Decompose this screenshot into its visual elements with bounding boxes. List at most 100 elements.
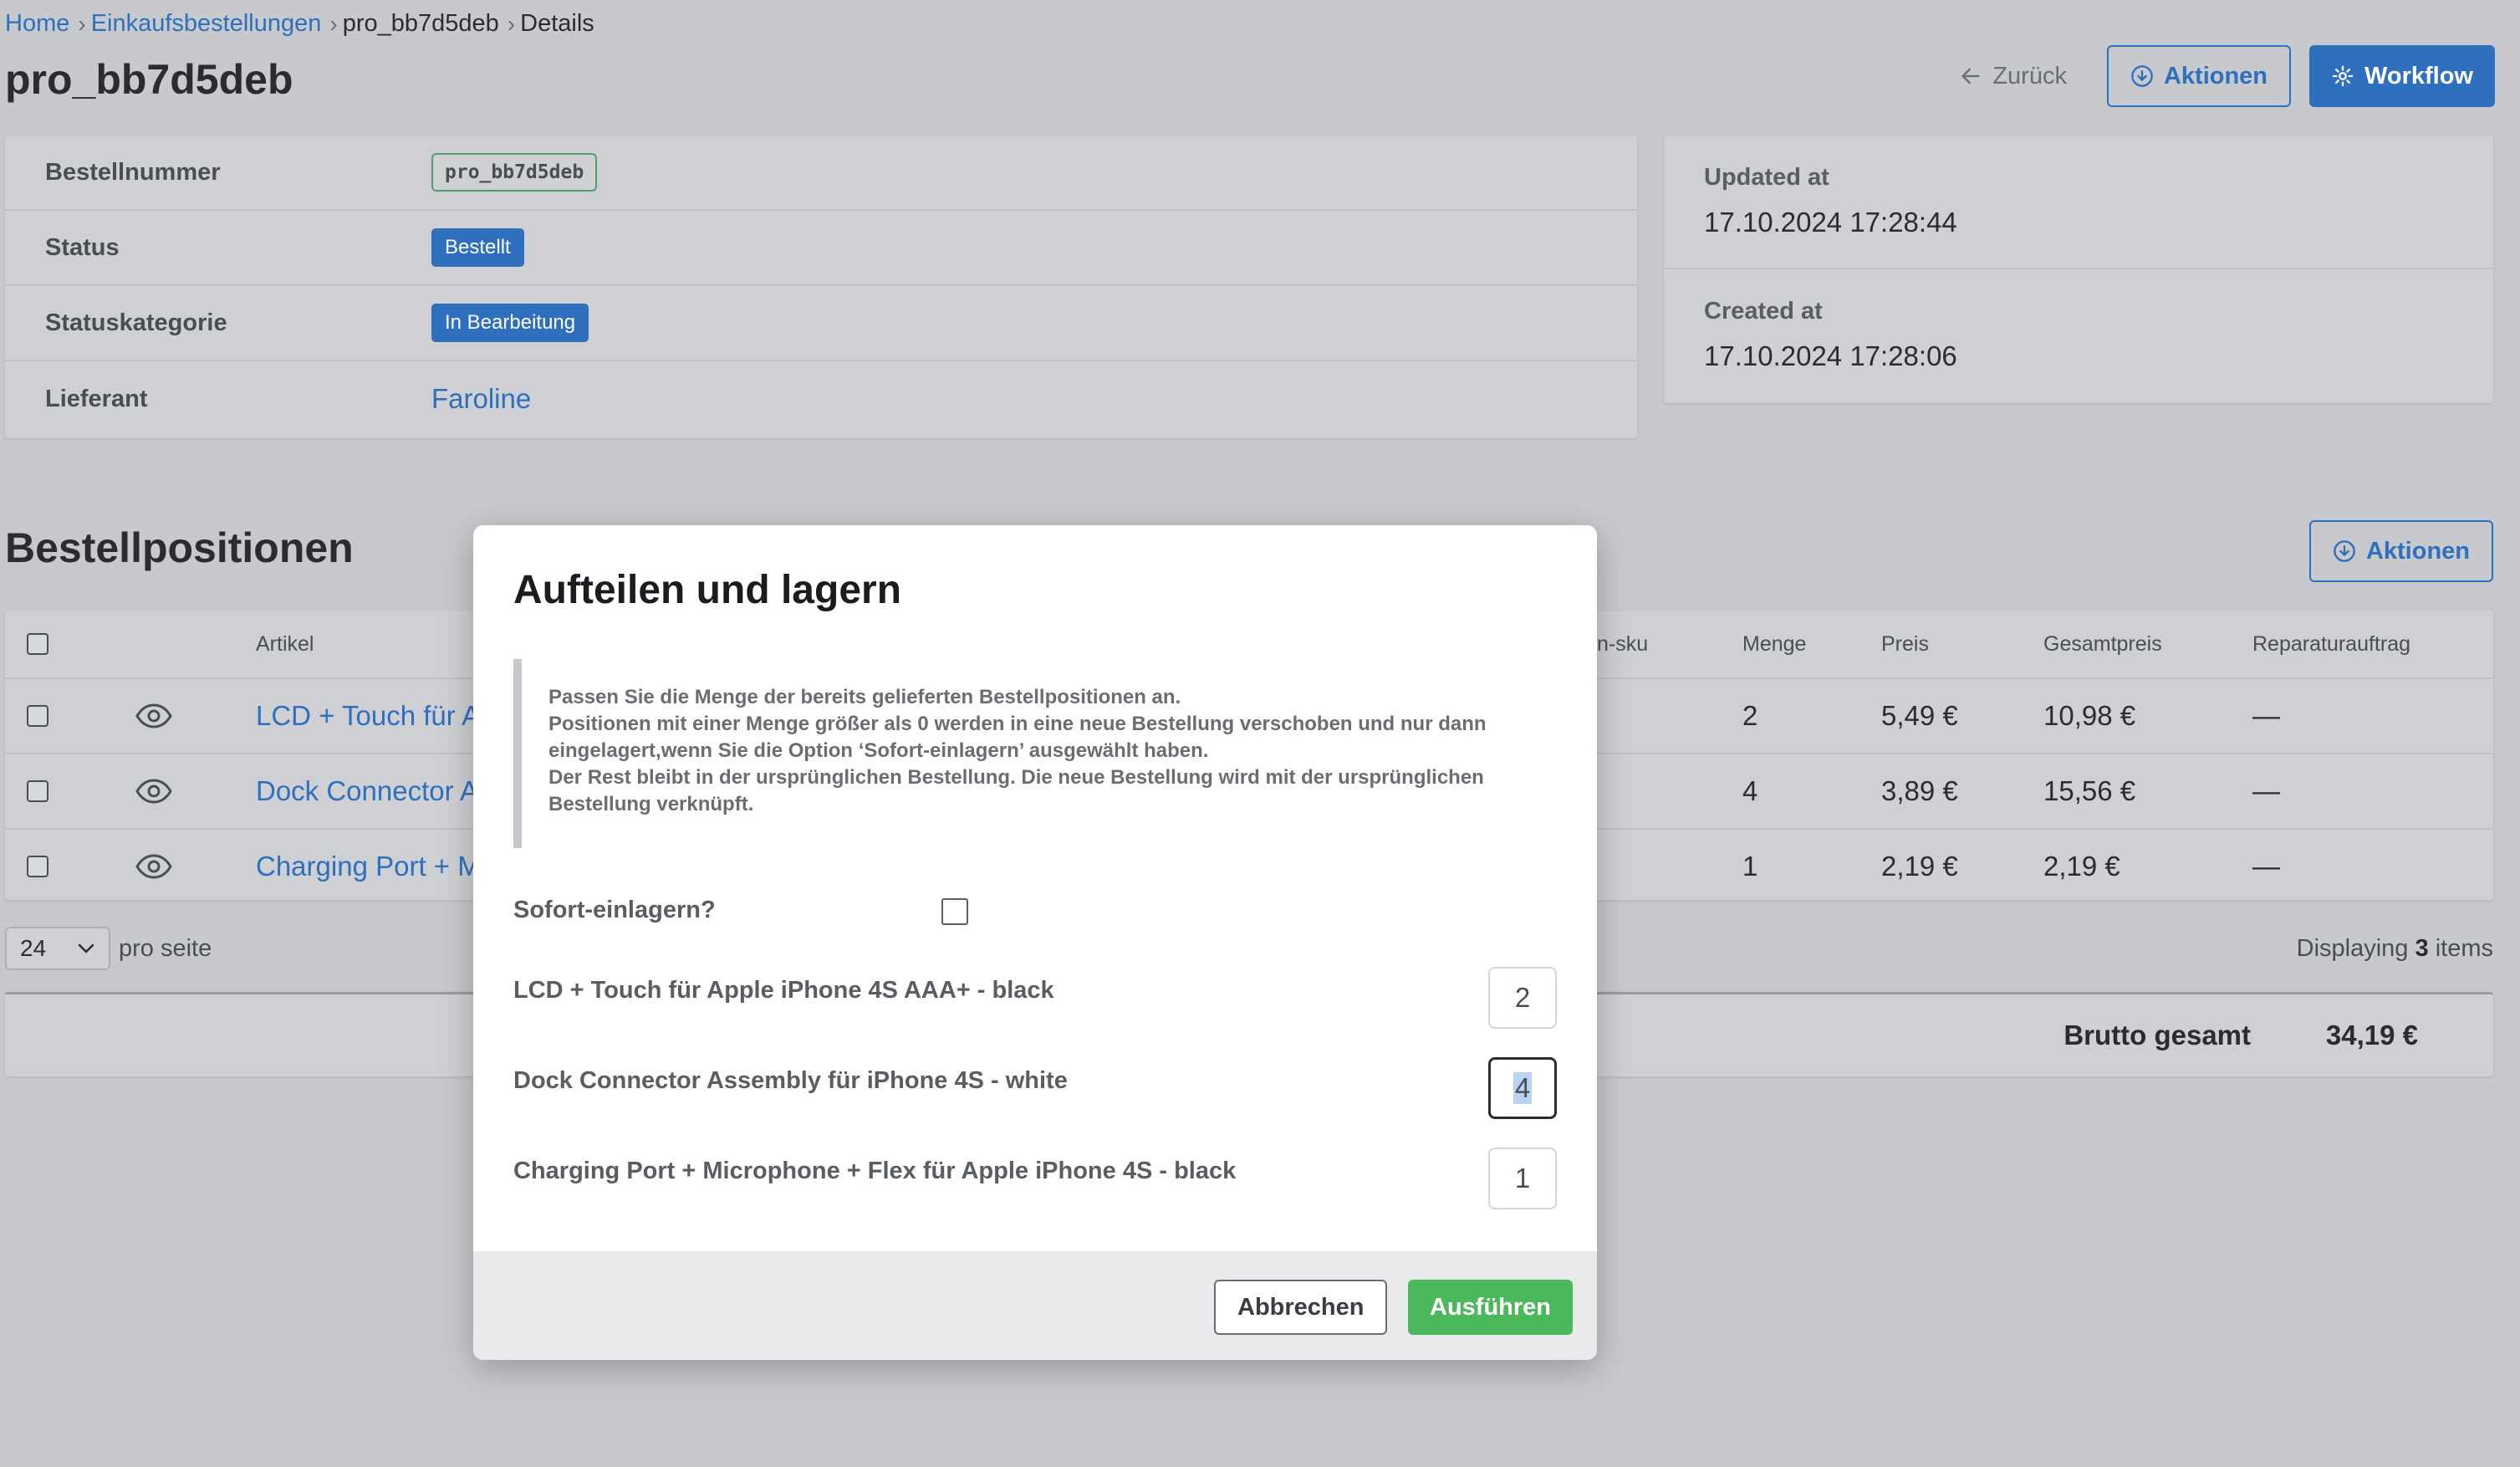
displaying-number: 3	[2415, 935, 2429, 962]
order-number-label: Bestellnummer	[45, 158, 221, 186]
row-checkbox[interactable]	[27, 780, 48, 802]
split-and-store-dialog: Aufteilen und lagern Passen Sie die Meng…	[473, 525, 1597, 1360]
row-checkbox[interactable]	[27, 705, 48, 727]
immediate-store-checkbox[interactable]	[941, 898, 968, 925]
arrow-left-icon	[1959, 64, 1982, 88]
view-eye-icon[interactable]	[135, 754, 172, 828]
select-all-checkbox[interactable]	[27, 633, 48, 655]
displaying-count: Displaying 3 items	[2297, 935, 2493, 963]
status-label: Status	[45, 233, 120, 261]
updated-at-block: Updated at 17.10.2024 17:28:44	[1664, 135, 2493, 269]
supplier-link[interactable]: Faroline	[431, 383, 531, 415]
per-page-select[interactable]: 24	[5, 927, 110, 970]
gross-total-value: 34,19 €	[2325, 1020, 2418, 1050]
row-article-link[interactable]: Dock Connector A	[256, 754, 478, 828]
row-repair: —	[2252, 775, 2280, 806]
row-checkbox[interactable]	[27, 856, 48, 877]
detail-row-supplier: Lieferant Faroline	[5, 361, 1637, 437]
row-qty: 2	[1742, 700, 1758, 731]
dialog-notice: Passen Sie die Menge der bereits geliefe…	[513, 659, 1550, 848]
notice-line: Positionen mit einer Menge größer als 0 …	[548, 713, 1487, 735]
row-article-link[interactable]: LCD + Touch für A	[256, 679, 480, 753]
notice-line: Bestellung verknüpft.	[548, 793, 754, 815]
gross-total-label: Brutto gesamt	[2063, 1020, 2251, 1050]
timestamps-card: Updated at 17.10.2024 17:28:44 Created a…	[1664, 135, 2493, 403]
order-details-card: Bestellnummer pro_bb7d5deb Status Bestel…	[5, 135, 1637, 438]
column-price[interactable]: Preis	[1881, 611, 1929, 677]
row-qty: 4	[1742, 775, 1758, 806]
item-quantity-value: 1	[1514, 1163, 1531, 1194]
row-repair: —	[2252, 851, 2280, 882]
item-quantity-input-focused[interactable]: 4	[1488, 1057, 1557, 1119]
view-eye-icon[interactable]	[135, 830, 172, 903]
status-category-badge: In Bearbeitung	[431, 304, 589, 342]
breadcrumb-separator: ›	[329, 10, 338, 37]
positions-actions-label: Aktionen	[2365, 537, 2470, 565]
dialog-footer: Abbrechen Ausführen	[473, 1251, 1597, 1360]
page: Home › Einkaufsbestellungen › pro_bb7d5d…	[0, 0, 2520, 1467]
breadcrumb-home-link[interactable]: Home	[5, 10, 69, 38]
breadcrumb-order-id: pro_bb7d5deb	[342, 10, 499, 37]
row-select-cell	[27, 679, 48, 753]
updated-at-label: Updated at	[1704, 164, 1829, 191]
status-category-label: Statuskategorie	[45, 309, 227, 336]
back-button[interactable]: Zurück	[1937, 45, 2089, 107]
order-number-badge: pro_bb7d5deb	[431, 153, 598, 192]
notice-line: eingelagert,wenn Sie die Option ‘Sofort-…	[548, 739, 1209, 762]
breadcrumb: Home › Einkaufsbestellungen › pro_bb7d5d…	[5, 10, 594, 38]
item-label: Charging Port + Microphone + Flex für Ap…	[513, 1158, 1237, 1184]
actions-button[interactable]: Aktionen	[2106, 45, 2292, 107]
updated-at-value: 17.10.2024 17:28:44	[1704, 207, 1957, 238]
created-at-value: 17.10.2024 17:28:06	[1704, 340, 1957, 371]
row-select-cell	[27, 754, 48, 828]
execute-button[interactable]: Ausführen	[1408, 1280, 1573, 1335]
back-button-label: Zurück	[1992, 62, 2067, 89]
header-actions: Zurück Aktionen Workflow	[1937, 45, 2495, 107]
column-repair[interactable]: Reparaturauftrag	[2252, 611, 2410, 677]
status-badge: Bestellt	[431, 228, 524, 267]
item-quantity-input[interactable]: 1	[1488, 1148, 1557, 1209]
select-all-cell	[27, 611, 48, 677]
immediate-store-label: Sofort-einlagern?	[513, 897, 716, 923]
detail-row-status-category: Statuskategorie In Bearbeitung	[5, 286, 1637, 361]
column-sku[interactable]: n-sku	[1597, 611, 1648, 677]
page-title: pro_bb7d5deb	[5, 56, 293, 103]
row-total: 10,98 €	[2043, 700, 2136, 731]
view-eye-icon[interactable]	[135, 679, 172, 753]
created-at-label: Created at	[1704, 298, 1823, 325]
notice-line: Der Rest bleibt in der ursprünglichen Be…	[548, 766, 1484, 789]
row-article-link[interactable]: Charging Port + M	[256, 830, 481, 903]
row-price: 5,49 €	[1881, 700, 1958, 731]
item-quantity-input[interactable]: 2	[1488, 967, 1557, 1029]
positions-title: Bestellpositionen	[5, 524, 354, 571]
row-qty: 1	[1742, 851, 1758, 882]
workflow-button[interactable]: Workflow	[2309, 45, 2495, 107]
dialog-title: Aufteilen und lagern	[513, 568, 902, 612]
column-total[interactable]: Gesamtpreis	[2043, 611, 2162, 677]
breadcrumb-details: Details	[520, 10, 594, 37]
displaying-suffix: items	[2435, 935, 2493, 962]
column-qty[interactable]: Menge	[1742, 611, 1806, 677]
row-total: 2,19 €	[2043, 851, 2120, 882]
notice-line: Passen Sie die Menge der bereits geliefe…	[548, 686, 1181, 708]
gear-icon	[2331, 64, 2354, 88]
item-label: Dock Connector Assembly für iPhone 4S - …	[513, 1067, 1068, 1094]
per-page-label: pro seite	[119, 934, 212, 962]
detail-row-status: Status Bestellt	[5, 211, 1637, 286]
breadcrumb-separator: ›	[507, 10, 516, 37]
created-at-block: Created at 17.10.2024 17:28:06	[1664, 269, 2493, 403]
item-quantity-value: 2	[1514, 982, 1531, 1013]
cancel-button[interactable]: Abbrechen	[1214, 1280, 1388, 1335]
row-price: 2,19 €	[1881, 851, 1958, 882]
positions-actions-button[interactable]: Aktionen	[2308, 520, 2493, 582]
item-quantity-value: 4	[1513, 1072, 1533, 1104]
displaying-prefix: Displaying	[2296, 935, 2409, 962]
download-circle-icon	[2333, 539, 2356, 563]
download-circle-icon	[2130, 64, 2154, 88]
row-select-cell	[27, 830, 48, 903]
column-article[interactable]: Artikel	[256, 611, 314, 677]
per-page-value: 24	[20, 935, 47, 961]
breadcrumb-orders-link[interactable]: Einkaufsbestellungen	[91, 10, 322, 38]
supplier-label: Lieferant	[45, 385, 148, 412]
row-total: 15,56 €	[2043, 775, 2136, 806]
